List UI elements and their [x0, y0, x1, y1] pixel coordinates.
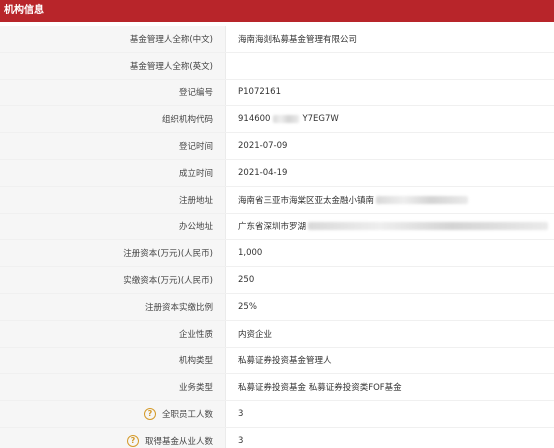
row-label: 企业性质 [0, 320, 226, 347]
table-row: 组织机构代码 914600 Y7EG7W [0, 106, 554, 134]
table-row: 注册资本(万元)(人民币) 1,000 [0, 240, 554, 268]
redacted-mask [376, 195, 469, 204]
row-value: 250 [238, 275, 255, 286]
row-value: 私募证券投资基金管理人 [238, 356, 332, 367]
table-row: 登记编号 P1072161 [0, 79, 554, 107]
row-label: 注册地址 [0, 186, 226, 213]
address-text: 广东省深圳市罗湖 [238, 222, 307, 233]
table-row: 基金管理人全称(中文) 海南海剡私募基金管理有限公司 [0, 26, 554, 53]
row-label: 办公地址 [0, 213, 226, 240]
row-label: 机构类型 [0, 347, 226, 374]
redacted-mask [273, 115, 300, 124]
value-prefix: 914600 [238, 114, 271, 125]
row-label: 组织机构代码 [0, 106, 226, 133]
table-row: 机构类型 私募证券投资基金管理人 [0, 347, 554, 375]
row-label: 实缴资本(万元)(人民币) [0, 267, 226, 293]
help-icon[interactable]: ? [143, 408, 156, 421]
row-label: 注册资本(万元)(人民币) [0, 240, 226, 267]
table-row: 注册资本实缴比例 25% [0, 293, 554, 321]
row-value: 25% [238, 301, 257, 312]
table-row: ? 全职员工人数 3 [0, 401, 554, 428]
row-value: P1072161 [238, 87, 281, 98]
table-row: 登记时间 2021-07-09 [0, 133, 554, 160]
row-value: 2021-04-19 [238, 167, 288, 178]
table-row: 业务类型 私募证券投资基金 私募证券投资类FOF基金 [0, 374, 554, 402]
row-label: 登记时间 [0, 133, 226, 159]
row-value [226, 53, 554, 79]
row-value: 海南海剡私募基金管理有限公司 [238, 34, 358, 45]
row-value: 海南省三亚市海棠区亚太金融小镇南 [226, 187, 554, 213]
help-icon[interactable]: ? [126, 434, 139, 447]
table-row: 企业性质 内资企业 [0, 320, 554, 348]
value-suffix: Y7EG7W [302, 114, 339, 125]
row-value: 2021-07-09 [238, 141, 288, 152]
institution-info-table: 基金管理人全称(中文) 海南海剡私募基金管理有限公司 基金管理人全称(英文) 登… [0, 26, 554, 448]
row-label: 成立时间 [0, 159, 226, 186]
row-label: 注册资本实缴比例 [0, 293, 226, 320]
table-row: 实缴资本(万元)(人民币) 250 [0, 267, 554, 294]
row-value: 914600 Y7EG7W [226, 106, 554, 132]
row-label-text: 全职员工人数 [161, 410, 213, 421]
row-label-text: 取得基金从业人数 [144, 436, 213, 447]
table-row: 注册地址 海南省三亚市海棠区亚太金融小镇南 [0, 186, 554, 214]
row-label: 登记编号 [0, 79, 226, 106]
row-label: 基金管理人全称(中文) [0, 26, 226, 52]
table-row: ? 取得基金从业人数 3 [0, 427, 554, 448]
redacted-mask [308, 222, 549, 231]
row-value: 3 [238, 409, 244, 420]
section-title: 机构信息 [4, 5, 44, 16]
row-value: 私募证券投资基金 私募证券投资类FOF基金 [238, 383, 402, 394]
row-value: 内资企业 [238, 329, 273, 340]
row-label: 业务类型 [0, 374, 226, 401]
row-value: 广东省深圳市罗湖 [226, 214, 554, 240]
row-label: 基金管理人全称(英文) [0, 52, 226, 79]
section-header: 机构信息 [0, 0, 554, 22]
row-value: 3 [238, 435, 244, 446]
table-row: 办公地址 广东省深圳市罗湖 [0, 213, 554, 241]
address-text: 海南省三亚市海棠区亚太金融小镇南 [238, 195, 375, 206]
table-row: 成立时间 2021-04-19 [0, 159, 554, 187]
row-label: ? 全职员工人数 [0, 401, 226, 427]
table-row: 基金管理人全称(英文) [0, 52, 554, 80]
row-value: 1,000 [238, 248, 263, 259]
row-label: ? 取得基金从业人数 [0, 427, 226, 448]
